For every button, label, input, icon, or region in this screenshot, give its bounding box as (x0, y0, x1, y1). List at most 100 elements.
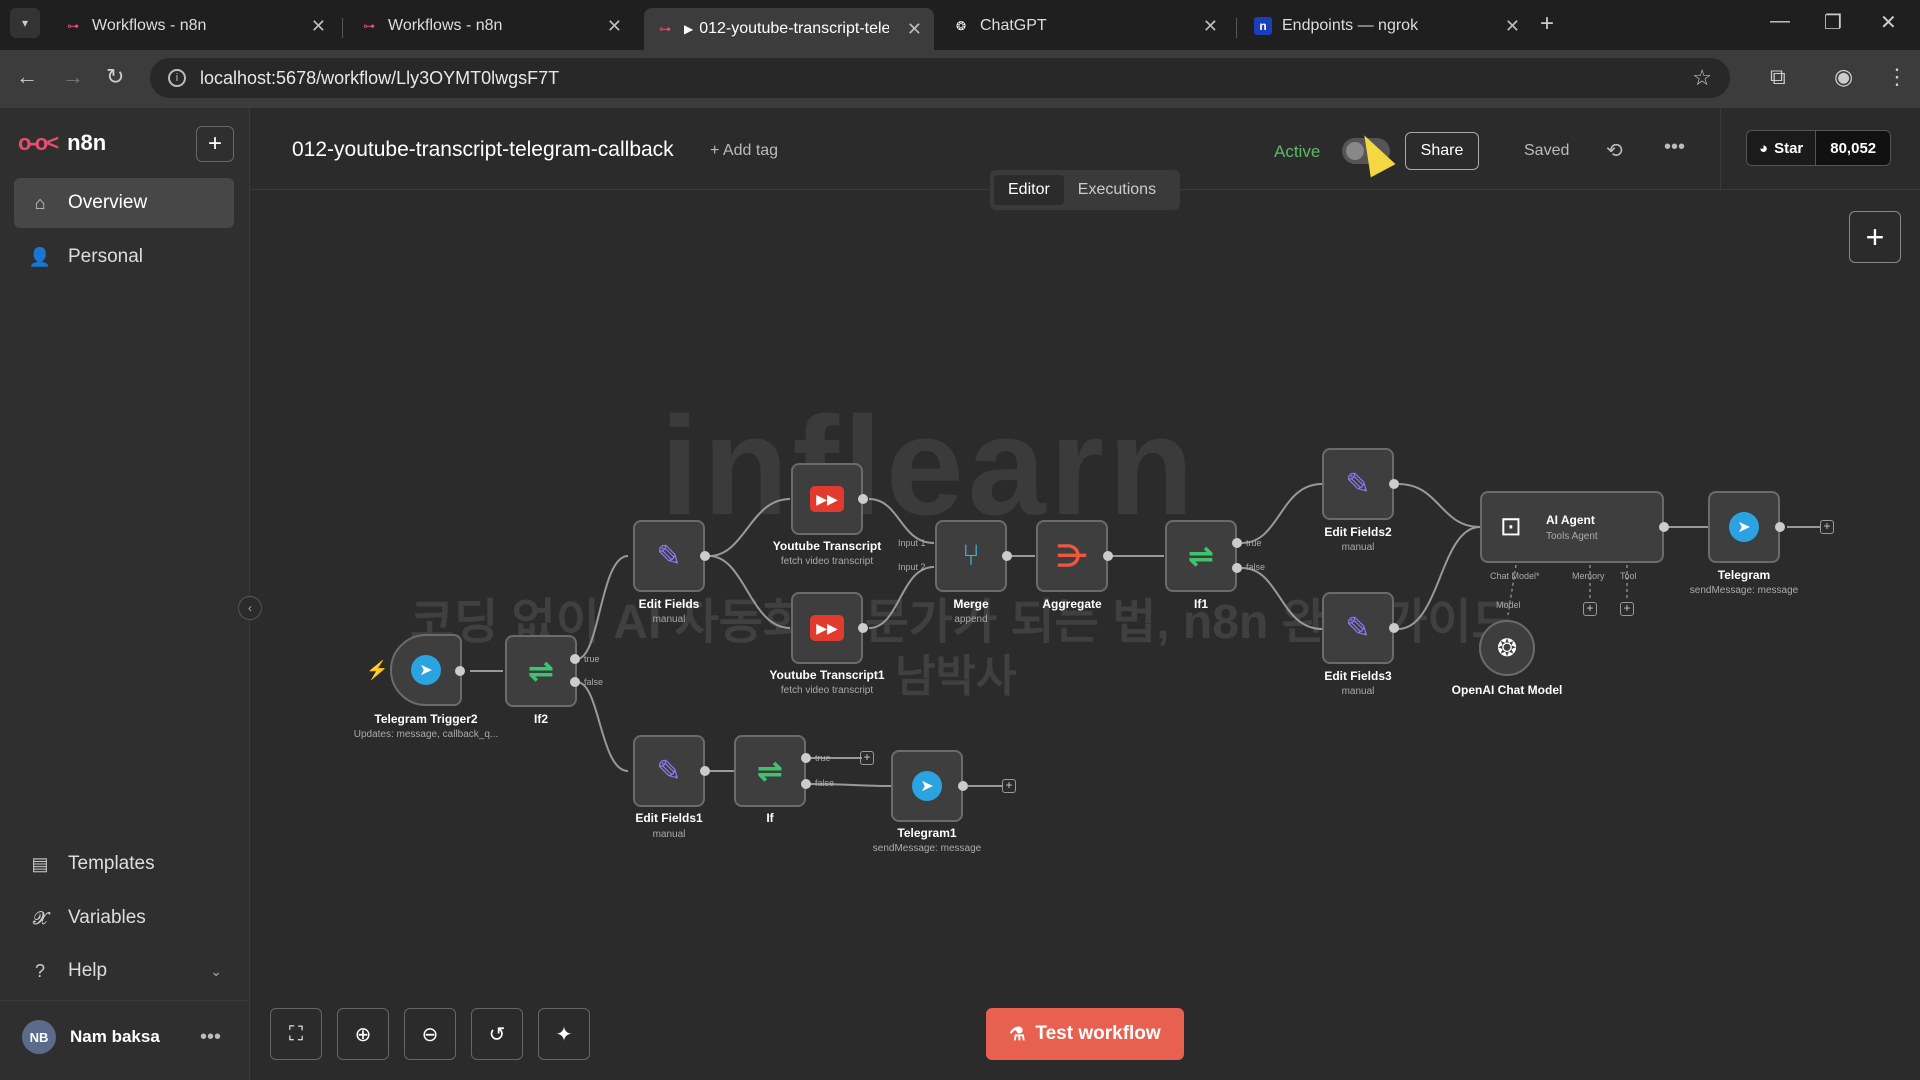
output-port-true[interactable] (570, 654, 580, 664)
node-youtube-transcript1[interactable]: ▶▶ (791, 592, 863, 664)
output-port[interactable] (1659, 522, 1669, 532)
close-window-icon[interactable]: ✕ (1880, 10, 1897, 35)
sidebar-item-personal[interactable]: 👤 Personal (14, 232, 234, 282)
create-button[interactable]: + (196, 126, 234, 162)
sidebar-item-label: Overview (68, 192, 148, 213)
node-telegram-trigger2[interactable]: ➤ (390, 634, 462, 706)
browser-tab-chatgpt[interactable]: ❂ ChatGPT ✕ (940, 8, 1230, 44)
browser-tab-workflows-2[interactable]: ⊶ Workflows - n8n ✕ (348, 8, 634, 44)
sidebar-item-overview[interactable]: ⌂ Overview (14, 178, 234, 228)
add-next-node-button[interactable]: + (1820, 520, 1834, 534)
output-port[interactable] (700, 551, 710, 561)
output-port[interactable] (700, 766, 710, 776)
workflow-title[interactable]: 012-youtube-transcript-telegram-callback (292, 138, 674, 162)
node-label: Edit Fields2 (1324, 525, 1392, 539)
more-options-icon[interactable]: ••• (1664, 136, 1685, 159)
node-ai-agent[interactable]: ⊡ AI Agent Tools Agent (1480, 491, 1664, 563)
profile-icon[interactable]: ◉ (1834, 64, 1853, 90)
browser-tab-workflows-1[interactable]: ⊶ Workflows - n8n ✕ (52, 8, 338, 44)
history-icon[interactable]: ⟲ (1606, 138, 1623, 163)
forward-icon[interactable]: → (62, 64, 84, 90)
close-tab-icon[interactable]: ✕ (311, 16, 326, 37)
node-edit-fields2[interactable]: ✎ (1322, 448, 1394, 520)
output-port-false[interactable] (1232, 563, 1242, 573)
youtube-transcript-icon: ▶▶ (810, 615, 844, 641)
browser-menu-icon[interactable]: ⋮ (1886, 64, 1908, 90)
add-next-node-button[interactable]: + (1002, 779, 1016, 793)
output-port-false[interactable] (801, 779, 811, 789)
tab-separator (342, 18, 343, 38)
node-edit-fields1[interactable]: ✎ (633, 735, 705, 807)
node-youtube-transcript[interactable]: ▶▶ (791, 463, 863, 535)
close-tab-icon[interactable]: ✕ (607, 16, 622, 37)
output-port[interactable] (858, 494, 868, 504)
tidy-up-button[interactable]: ✦ (538, 1008, 590, 1060)
node-openai-chat-model[interactable]: ❂ (1479, 620, 1535, 676)
output-port-true[interactable] (801, 753, 811, 763)
add-next-node-button[interactable]: + (860, 751, 874, 765)
close-tab-icon[interactable]: ✕ (1203, 16, 1218, 37)
tab-search-button[interactable]: ▾ (10, 8, 40, 38)
github-star-button[interactable]: ◕ Star 80,052 (1746, 130, 1892, 166)
output-port[interactable] (858, 623, 868, 633)
output-port[interactable] (1103, 551, 1113, 561)
node-telegram[interactable]: ➤ (1708, 491, 1780, 563)
test-workflow-button[interactable]: ⚗ Test workflow (986, 1008, 1184, 1060)
zoom-to-fit-button[interactable]: ⛶ (270, 1008, 322, 1060)
output-port-true[interactable] (1232, 538, 1242, 548)
zoom-in-button[interactable]: ⊕ (337, 1008, 389, 1060)
output-port[interactable] (1389, 623, 1399, 633)
node-subtitle: manual (652, 614, 686, 625)
browser-tab-ngrok[interactable]: n Endpoints — ngrok ✕ (1242, 8, 1532, 44)
tab-executions[interactable]: Executions (1064, 175, 1170, 205)
output-port[interactable] (1389, 479, 1399, 489)
browser-tab-active-workflow[interactable]: ⊶ ▶ 012-youtube-transcript-tele ✕ (644, 8, 934, 50)
output-port[interactable] (455, 666, 465, 676)
node-if[interactable]: ⇌ (734, 735, 806, 807)
node-if2[interactable]: ⇌ (505, 635, 577, 707)
restore-icon[interactable]: ❐ (1824, 10, 1842, 35)
tab-editor[interactable]: Editor (994, 175, 1064, 205)
share-button[interactable]: Share (1405, 132, 1479, 170)
address-bar[interactable]: i localhost:5678/workflow/Lly3OYMT0lwgsF… (150, 58, 1730, 98)
undo-icon: ↺ (488, 1023, 506, 1046)
zoom-out-button[interactable]: ⊖ (404, 1008, 456, 1060)
if-signpost-icon: ⇌ (528, 654, 554, 688)
output-port[interactable] (1775, 522, 1785, 532)
add-node-button[interactable]: + (1849, 211, 1901, 263)
node-aggregate[interactable]: ⋺ (1036, 520, 1108, 592)
output-port[interactable] (1002, 551, 1012, 561)
user-options-icon[interactable]: ••• (200, 1026, 221, 1049)
reload-icon[interactable]: ↻ (106, 64, 124, 90)
watermark-logo-text: inflearn (660, 387, 1198, 544)
node-if1[interactable]: ⇌ (1165, 520, 1237, 592)
wand-icon: ✦ (555, 1023, 573, 1046)
sidebar-item-variables[interactable]: 𝓧 Variables (14, 893, 234, 943)
user-menu[interactable]: NB Nam baksa (22, 1020, 160, 1054)
output-port[interactable] (958, 781, 968, 791)
new-tab-button[interactable]: + (1540, 10, 1554, 38)
reset-zoom-button[interactable]: ↺ (471, 1008, 523, 1060)
port-label-tool: Tool (1620, 571, 1637, 581)
bookmark-star-icon[interactable]: ☆ (1692, 65, 1712, 91)
sidebar-item-templates[interactable]: ▤ Templates (14, 839, 234, 889)
output-port-false[interactable] (570, 677, 580, 687)
site-info-icon[interactable]: i (168, 69, 186, 87)
collapse-sidebar-icon[interactable]: ‹ (238, 596, 262, 620)
port-label-chat-model: Chat Model* (1490, 571, 1540, 581)
close-tab-icon[interactable]: ✕ (907, 19, 922, 40)
node-merge[interactable]: ⑂ (935, 520, 1007, 592)
back-icon[interactable]: ← (16, 64, 38, 90)
n8n-logo[interactable]: o-o< n8n (18, 130, 106, 156)
close-tab-icon[interactable]: ✕ (1505, 16, 1520, 37)
add-tool-button[interactable]: + (1620, 602, 1634, 616)
sidebar-item-help[interactable]: ? Help ⌄ (14, 946, 234, 996)
extensions-icon[interactable]: ⧉ (1770, 64, 1786, 90)
openai-icon: ❂ (1496, 634, 1518, 662)
node-edit-fields3[interactable]: ✎ (1322, 592, 1394, 664)
add-memory-button[interactable]: + (1583, 602, 1597, 616)
add-tag-button[interactable]: + Add tag (710, 142, 778, 160)
node-edit-fields[interactable]: ✎ (633, 520, 705, 592)
node-telegram1[interactable]: ➤ (891, 750, 963, 822)
minimize-icon[interactable]: — (1770, 10, 1790, 33)
